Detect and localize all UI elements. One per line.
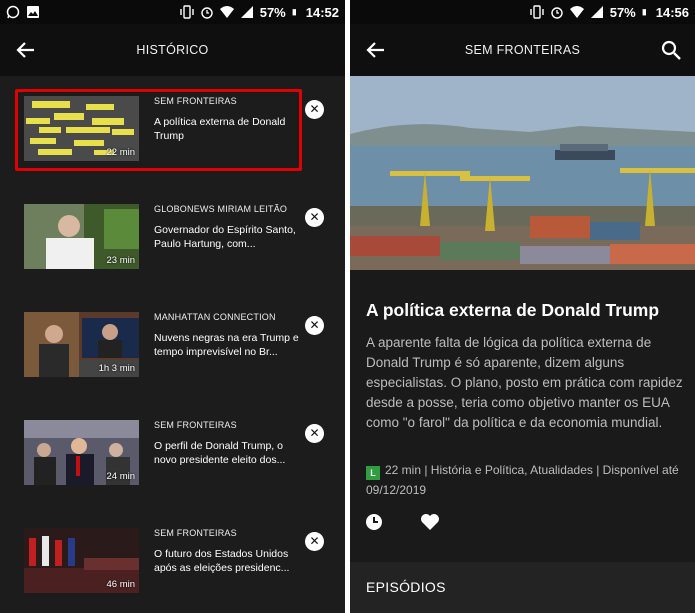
episode-meta: 22 min | História e Política, Atualidade… [366, 463, 679, 497]
list-item[interactable]: 1h 3 min MANHATTAN CONNECTION Nuvens neg… [0, 292, 345, 400]
remove-button[interactable]: ✕ [305, 100, 324, 119]
search-icon[interactable] [659, 38, 683, 62]
duration-label: 1h 3 min [98, 363, 135, 374]
alarm-icon [201, 7, 213, 19]
vibrate-icon [180, 5, 194, 19]
episode-hero-image [350, 76, 695, 270]
vibrate-icon [530, 5, 544, 19]
episode-title: A política externa de Donald Trump [366, 300, 660, 320]
episodes-section-header[interactable]: EPISÓDIOS [350, 562, 695, 613]
episode-detail-screen: 57% 14:56 SEM FRONTEIRAS A política exte… [350, 0, 695, 613]
episode-info: L 22 min | História e Política, Atualidad… [366, 460, 688, 500]
program-name: MANHATTAN CONNECTION [154, 312, 276, 322]
episode-title: Governador do Espírito Santo, Paulo Hart… [154, 224, 296, 250]
clock: 14:52 [305, 4, 339, 20]
favorite-heart-icon[interactable] [420, 512, 440, 532]
gallery-icon [27, 6, 39, 18]
back-arrow-icon[interactable] [14, 38, 38, 62]
watch-later-icon[interactable] [364, 512, 384, 532]
age-rating-badge: L [366, 466, 380, 480]
thumbnail[interactable]: 1h 3 min [24, 312, 139, 377]
battery-level: 57% [609, 4, 636, 20]
episode-title: O perfil de Donald Trump, o novo preside… [154, 440, 286, 466]
episode-title: O futuro dos Estados Unidos após as elei… [154, 548, 290, 574]
clock: 14:56 [655, 4, 689, 20]
thumbnail[interactable]: 46 min [24, 528, 139, 593]
wifi-icon [219, 6, 234, 18]
list-item[interactable]: 23 min GLOBONEWS MIRIAM LEITÃO Governado… [0, 184, 345, 292]
selection-highlight [15, 89, 302, 171]
list-item[interactable]: 46 min SEM FRONTEIRAS O futuro dos Estad… [0, 508, 345, 613]
battery-icon [642, 9, 646, 16]
remove-button[interactable]: ✕ [305, 316, 324, 335]
page-title: SEM FRONTEIRAS [464, 43, 581, 57]
remove-button[interactable]: ✕ [305, 424, 324, 443]
program-name: GLOBONEWS MIRIAM LEITÃO [154, 204, 288, 214]
duration-label: 46 min [106, 579, 135, 590]
thumbnail[interactable]: 23 min [24, 204, 139, 269]
signal-icon [240, 6, 253, 18]
history-screen: 57% 14:52 HISTÓRICO 22 min SEM FRONTEIRA… [0, 0, 345, 613]
app-bar: SEM FRONTEIRAS [350, 24, 695, 76]
duration-label: 23 min [106, 255, 135, 266]
app-bar: HISTÓRICO [0, 24, 345, 76]
thumbnail[interactable]: 24 min [24, 420, 139, 485]
alarm-icon [551, 7, 563, 19]
back-arrow-icon[interactable] [364, 38, 388, 62]
program-name: SEM FRONTEIRAS [154, 420, 237, 430]
episode-description: A aparente falta de lógica da política e… [366, 335, 683, 430]
signal-icon [590, 6, 603, 18]
battery-icon [292, 9, 296, 16]
whatsapp-icon [6, 5, 20, 19]
program-name: SEM FRONTEIRAS [154, 528, 237, 538]
remove-button[interactable]: ✕ [305, 208, 324, 227]
episode-title: Nuvens negras na era Trump e tempo impre… [154, 332, 299, 358]
wifi-icon [569, 6, 584, 18]
remove-button[interactable]: ✕ [305, 532, 324, 551]
status-bar: 57% 14:56 [350, 0, 695, 24]
action-row [364, 512, 440, 532]
list-item[interactable]: 24 min SEM FRONTEIRAS O perfil de Donald… [0, 400, 345, 508]
battery-level: 57% [259, 4, 286, 20]
page-title: HISTÓRICO [136, 43, 209, 57]
duration-label: 24 min [106, 471, 135, 482]
status-bar: 57% 14:52 [0, 0, 345, 24]
